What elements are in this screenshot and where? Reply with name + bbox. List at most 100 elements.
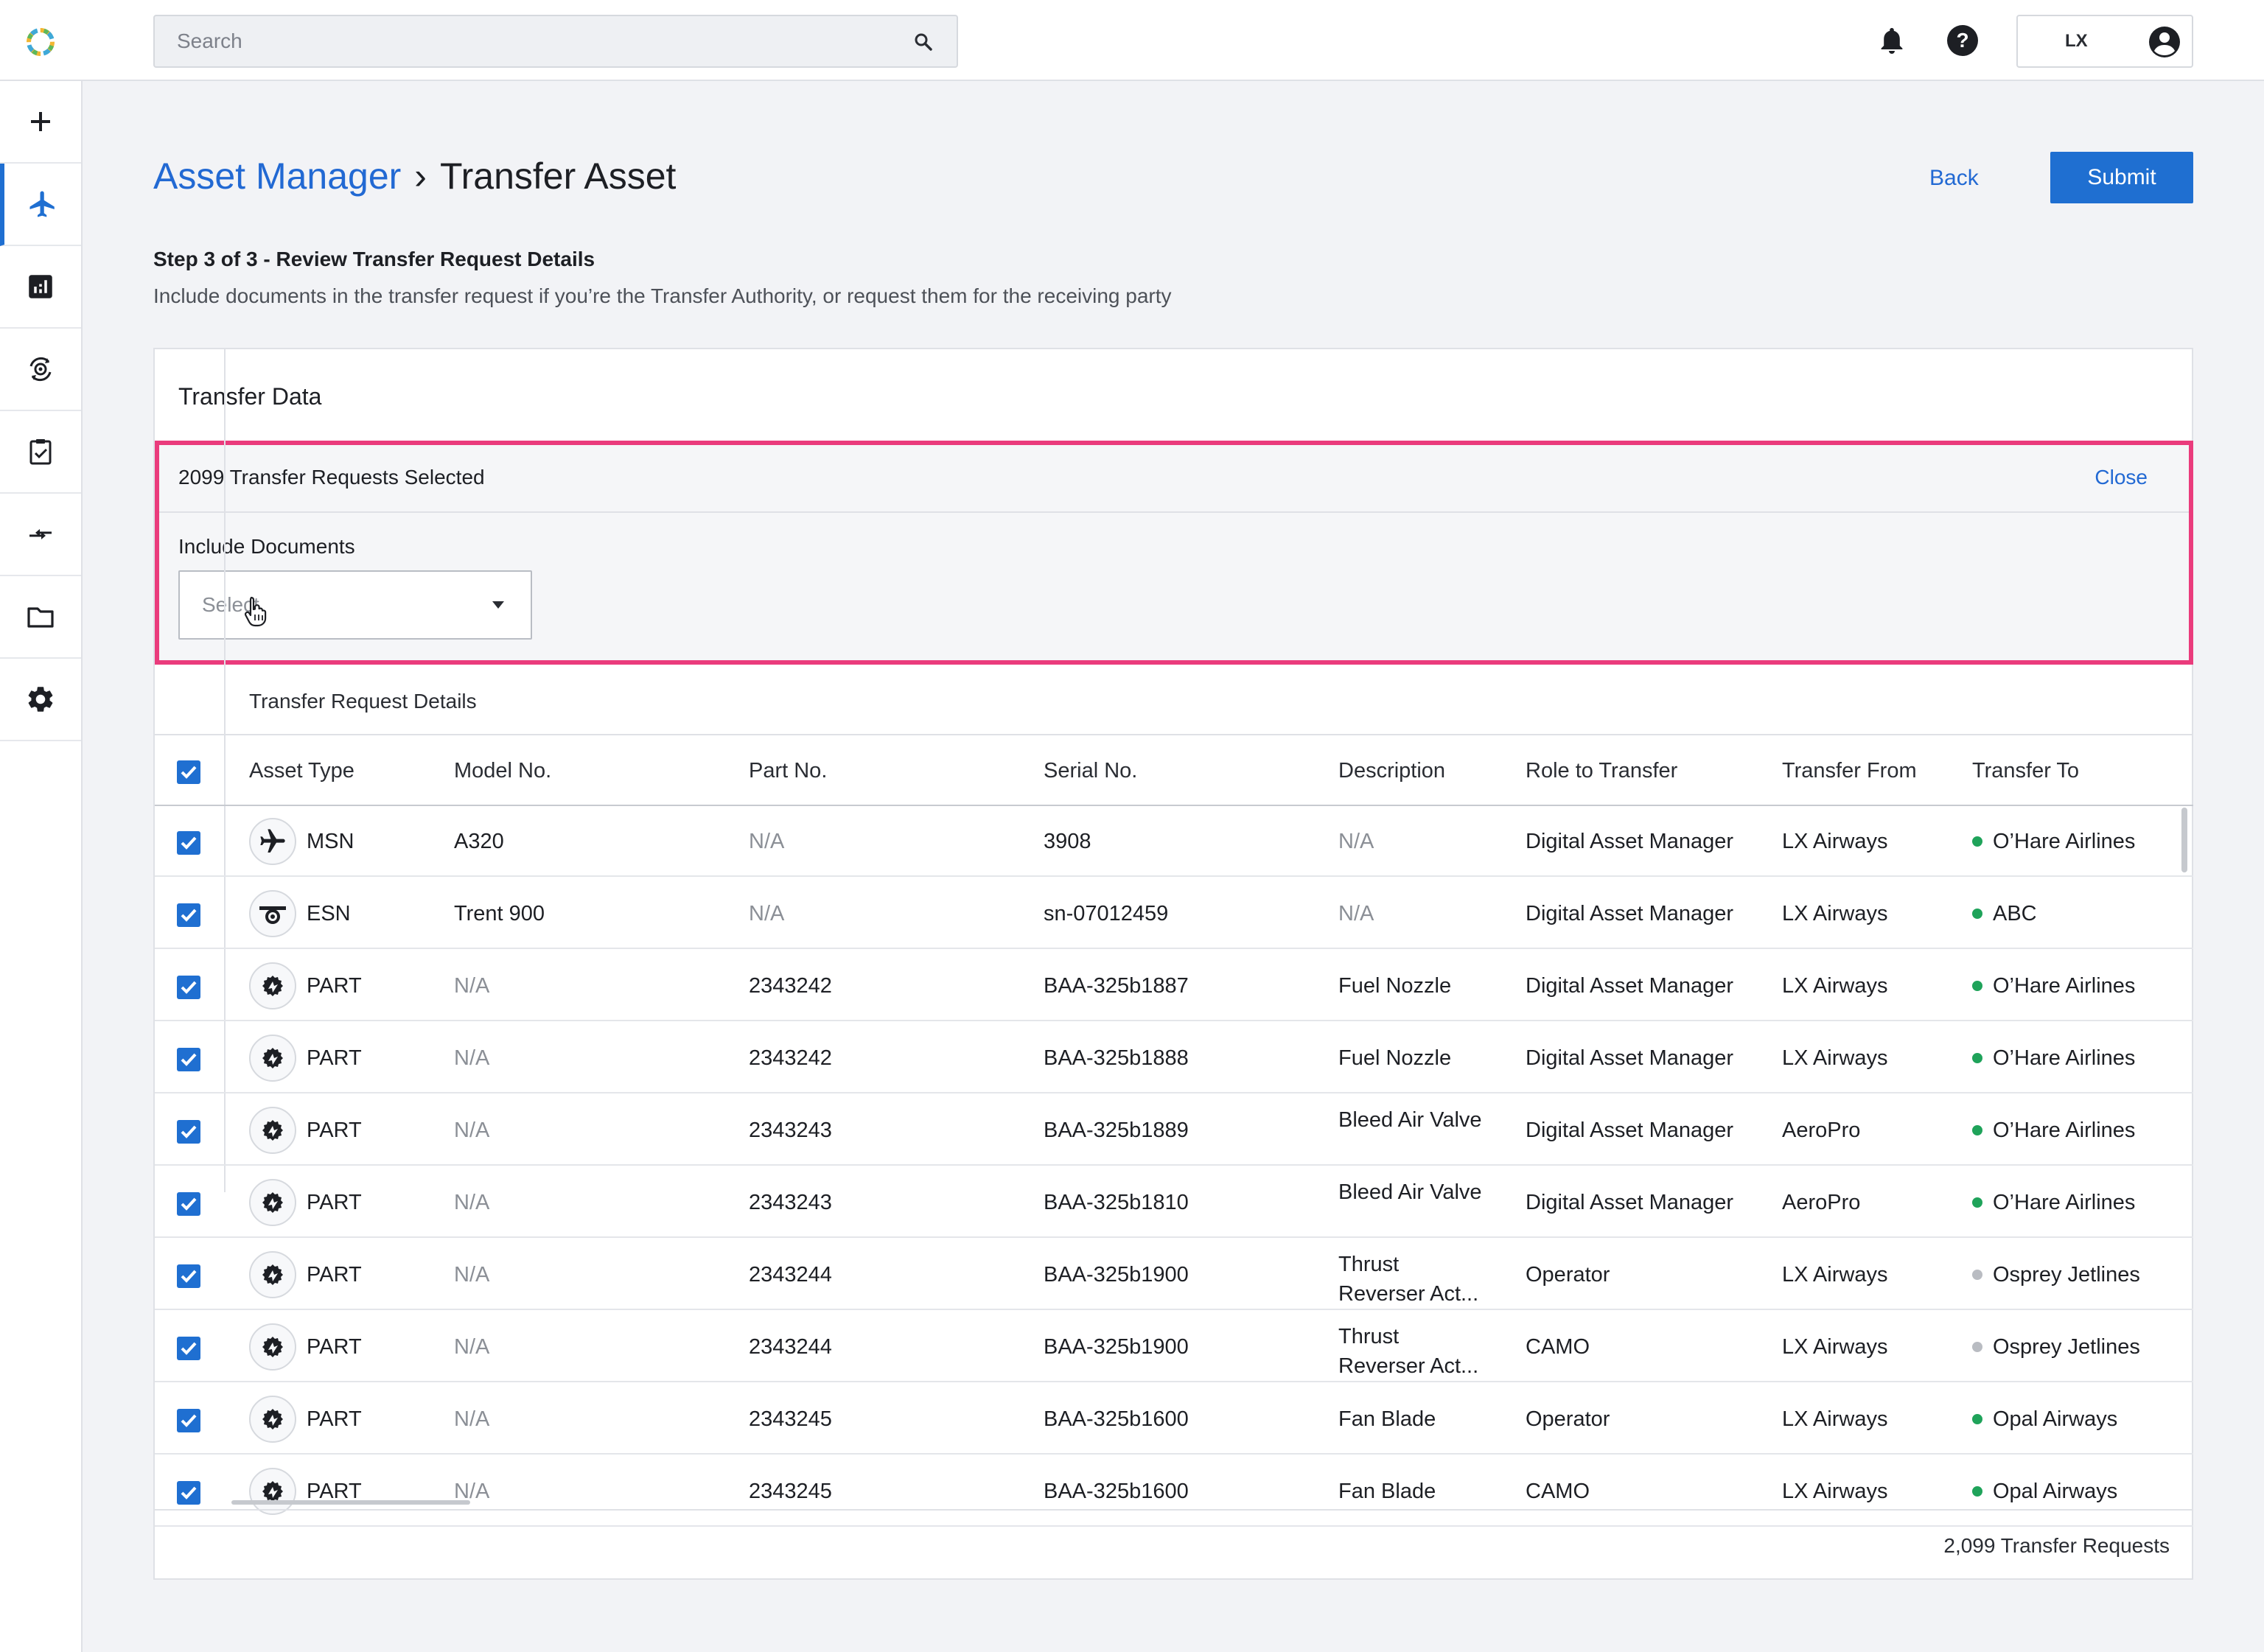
total-requests-count: 2,099 Transfer Requests — [1943, 1534, 2170, 1557]
cell-serial-no: sn-07012459 — [1044, 902, 1169, 925]
vertical-scrollbar[interactable] — [2181, 808, 2187, 872]
row-checkbox[interactable] — [177, 1120, 200, 1144]
nav-transfers[interactable] — [0, 494, 81, 576]
row-checkbox[interactable] — [177, 903, 200, 927]
step-title: Step 3 of 3 - Review Transfer Request De… — [153, 248, 595, 270]
bell-icon[interactable] — [1876, 25, 1907, 56]
cell-serial-no: 3908 — [1044, 830, 1091, 853]
close-selection-button[interactable]: Close — [2094, 466, 2148, 489]
submit-button[interactable]: Submit — [2050, 152, 2193, 203]
search-input[interactable]: Search — [153, 15, 958, 68]
row-checkbox[interactable] — [177, 1409, 200, 1432]
status-dot — [1972, 909, 1982, 919]
caret-down-icon — [492, 601, 504, 609]
cell-transfer-to: Osprey Jetlines — [1993, 1335, 2140, 1359]
include-documents-label: Include Documents — [178, 535, 355, 558]
cell-description: Fuel Nozzle — [1338, 974, 1452, 998]
horizontal-scrollbar[interactable] — [231, 1500, 470, 1505]
hand-pointer-cursor-icon — [244, 596, 267, 627]
cell-role-to-transfer: Digital Asset Manager — [1526, 974, 1734, 998]
svg-text:?: ? — [1956, 29, 1968, 52]
table-row[interactable]: PART N/A 2343244 BAA-325b1900 Thrust Rev… — [155, 1312, 2193, 1382]
asset-type-icon — [249, 1396, 296, 1443]
help-icon[interactable]: ? — [1946, 24, 1980, 57]
status-dot — [1972, 836, 1982, 847]
cell-model-no: N/A — [454, 1407, 490, 1431]
cell-part-no: 2343243 — [749, 1191, 832, 1214]
column-header-serial-no[interactable]: Serial No. — [1044, 759, 1137, 783]
search-placeholder: Search — [177, 29, 242, 52]
top-header: Search ? LX — [0, 0, 2264, 81]
column-header-role-to-transfer[interactable]: Role to Transfer — [1526, 759, 1677, 783]
column-header-transfer-from[interactable]: Transfer From — [1782, 759, 1917, 783]
checkmark-icon — [181, 1270, 197, 1283]
cell-transfer-from: LX Airways — [1782, 1480, 1888, 1503]
nav-settings[interactable] — [0, 659, 81, 741]
row-checkbox[interactable] — [177, 1264, 200, 1288]
table-row[interactable]: PART N/A 2343242 BAA-325b1888 Fuel Nozzl… — [155, 1023, 2193, 1093]
page-title: Transfer Asset — [439, 155, 677, 197]
asset-type-icon — [249, 818, 296, 865]
clipboard-check-icon — [29, 439, 52, 465]
row-checkbox[interactable] — [177, 1048, 200, 1071]
cell-role-to-transfer: Operator — [1526, 1407, 1610, 1431]
nav-assets[interactable] — [0, 164, 81, 246]
breadcrumb-asset-manager-link[interactable]: Asset Manager — [153, 155, 401, 197]
cell-serial-no: BAA-325b1600 — [1044, 1407, 1189, 1431]
back-button[interactable]: Back — [1929, 162, 1979, 195]
cell-model-no: N/A — [454, 974, 490, 998]
table-row[interactable]: MSN A320 N/A 3908 N/A Digital Asset Mana… — [155, 806, 2193, 877]
cell-asset-type: MSN — [307, 830, 354, 853]
column-header-part-no[interactable]: Part No. — [749, 759, 827, 783]
column-header-model-no[interactable]: Model No. — [454, 759, 551, 783]
user-menu[interactable]: LX — [2016, 15, 2193, 68]
cell-asset-type: PART — [307, 1407, 362, 1431]
cell-part-no: 2343243 — [749, 1119, 832, 1142]
row-checkbox[interactable] — [177, 1337, 200, 1360]
cell-serial-no: BAA-325b1900 — [1044, 1263, 1189, 1287]
status-dot — [1972, 1486, 1982, 1497]
nav-engine-sync[interactable] — [0, 329, 81, 411]
cell-asset-type: PART — [307, 1335, 362, 1359]
cell-role-to-transfer: Digital Asset Manager — [1526, 1191, 1734, 1214]
row-checkbox[interactable] — [177, 831, 200, 855]
cell-asset-type: PART — [307, 1046, 362, 1070]
checkmark-icon — [181, 1342, 197, 1355]
row-checkbox[interactable] — [177, 1192, 200, 1216]
cell-transfer-from: LX Airways — [1782, 830, 1888, 853]
nav-create[interactable] — [0, 81, 81, 164]
cell-transfer-to: O’Hare Airlines — [1993, 830, 2136, 853]
include-documents-select[interactable]: Select — [178, 570, 532, 640]
table-row[interactable]: PART N/A 2343243 BAA-325b1889 Bleed Air … — [155, 1095, 2193, 1166]
table-row[interactable]: PART N/A 2343243 BAA-325b1810 Bleed Air … — [155, 1167, 2193, 1238]
status-dot — [1972, 1342, 1982, 1352]
cell-description: Fuel Nozzle — [1338, 1046, 1452, 1070]
column-header-transfer-to[interactable]: Transfer To — [1972, 759, 2079, 783]
cell-asset-type: PART — [307, 974, 362, 998]
bulk-selection-panel: 2099 Transfer Requests Selected Close In… — [155, 441, 2193, 665]
nav-documents[interactable] — [0, 576, 81, 659]
table-row[interactable]: PART N/A 2343244 BAA-325b1900 Thrust Rev… — [155, 1239, 2193, 1310]
search-icon[interactable] — [912, 31, 934, 53]
table-row[interactable]: ESN Trent 900 N/A sn-07012459 N/A Digita… — [155, 878, 2193, 949]
cell-model-no: N/A — [454, 1119, 490, 1142]
table-row[interactable]: PART N/A 2343242 BAA-325b1887 Fuel Nozzl… — [155, 951, 2193, 1021]
table-row[interactable]: PART N/A 2343245 BAA-325b1600 Fan Blade … — [155, 1384, 2193, 1455]
nav-analytics[interactable] — [0, 246, 81, 329]
cell-part-no: N/A — [749, 830, 785, 853]
column-header-asset-type[interactable]: Asset Type — [249, 759, 354, 783]
row-checkbox[interactable] — [177, 976, 200, 999]
row-checkbox[interactable] — [177, 1481, 200, 1505]
cell-asset-type: PART — [307, 1119, 362, 1142]
asset-type-icon — [249, 890, 296, 937]
asset-type-icon — [249, 1107, 296, 1154]
app-logo-icon[interactable] — [22, 24, 59, 60]
cell-role-to-transfer: Digital Asset Manager — [1526, 902, 1734, 925]
cell-asset-type: ESN — [307, 902, 351, 925]
settings-gear-icon — [28, 687, 53, 712]
select-all-checkbox[interactable] — [177, 760, 200, 784]
cell-description: Fan Blade — [1338, 1407, 1436, 1431]
column-header-description[interactable]: Description — [1338, 759, 1445, 783]
nav-tasks[interactable] — [0, 411, 81, 494]
cell-transfer-from: LX Airways — [1782, 1263, 1888, 1287]
